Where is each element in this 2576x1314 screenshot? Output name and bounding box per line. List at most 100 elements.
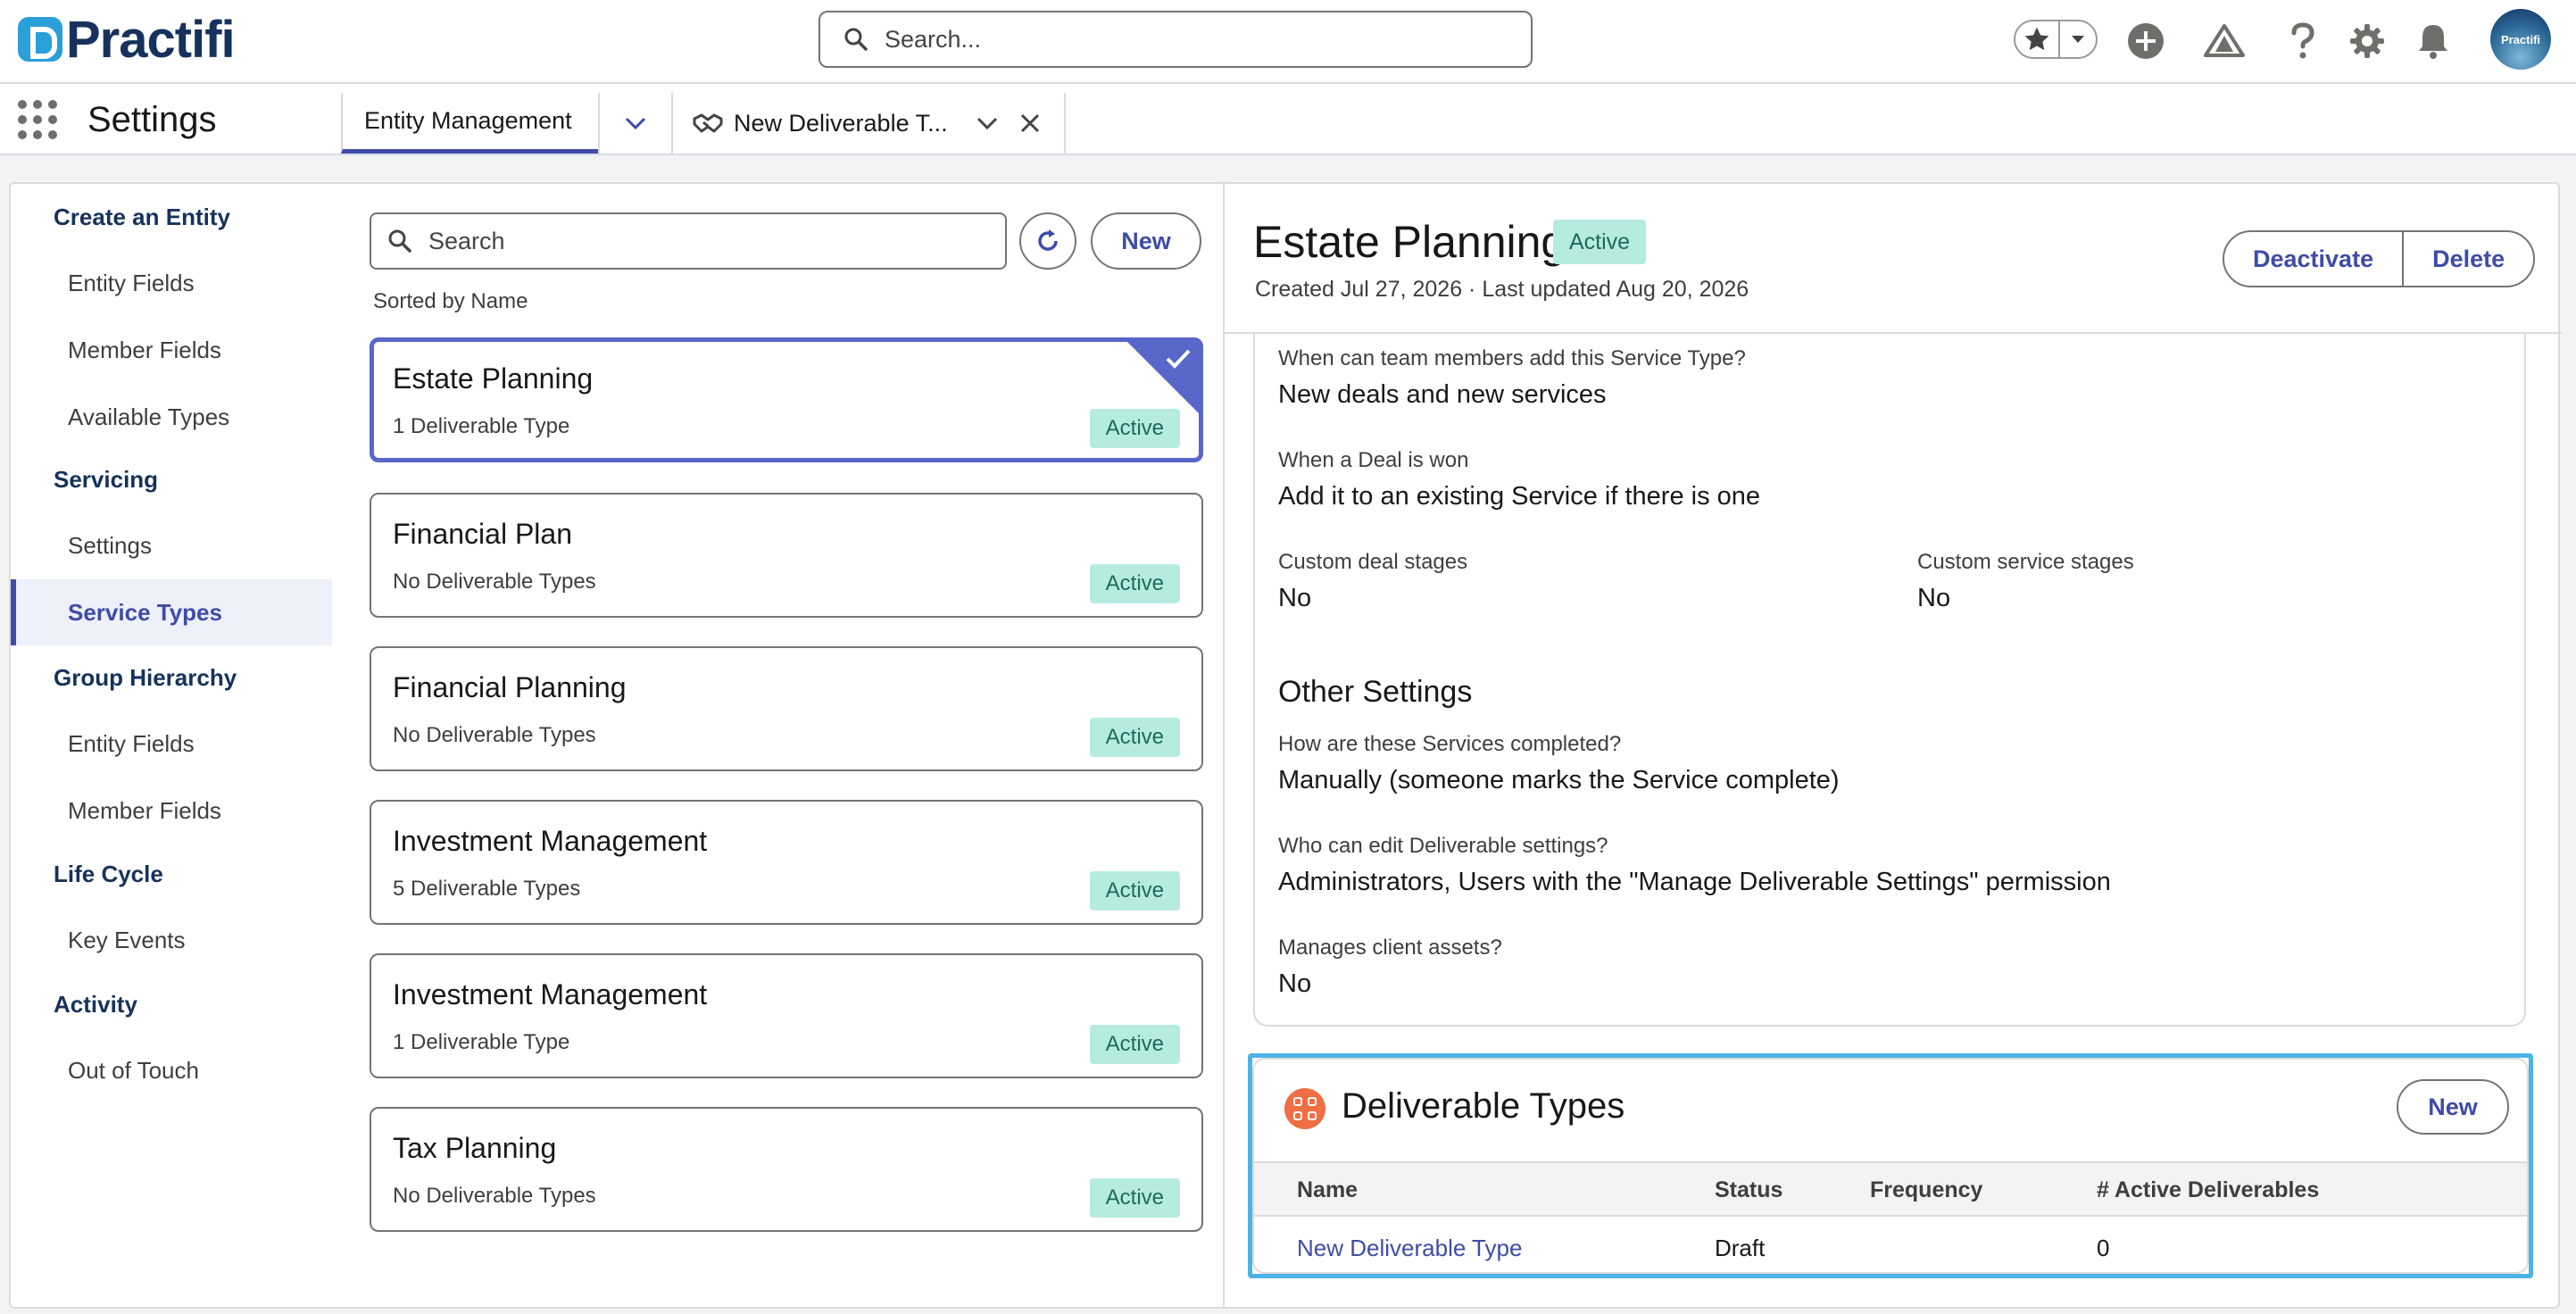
service-type-card[interactable]: Financial Planning No Deliverable Types … [370, 646, 1203, 771]
logo-mark-icon [18, 17, 62, 62]
global-search-box[interactable] [819, 11, 1533, 68]
column-header-status[interactable]: Status [1715, 1177, 1782, 1203]
user-avatar[interactable]: Practifi [2490, 9, 2551, 70]
global-header: Practifi Practifi [0, 0, 2576, 84]
tab-options-chevron-down-icon[interactable] [969, 104, 1005, 143]
column-header-active-deliverables[interactable]: # Active Deliverables [2097, 1177, 2319, 1203]
sidebar-item-service-types[interactable]: Service Types [11, 579, 332, 645]
field-label: Manages client assets? [1278, 936, 1502, 960]
card-subtitle: No Deliverable Types [393, 1184, 596, 1208]
deliverable-type-name-link[interactable]: New Deliverable Type [1297, 1235, 1522, 1262]
field-label: Who can edit Deliverable settings? [1278, 834, 1608, 858]
close-icon[interactable] [1012, 104, 1048, 143]
detail-actions: Deactivate Delete [2223, 230, 2536, 287]
sidebar-item-entity-fields[interactable]: Entity Fields [11, 711, 332, 777]
service-type-card[interactable]: Tax Planning No Deliverable Types Active [370, 1107, 1203, 1232]
deliverable-types-inner: Deliverable Types New Name Status Freque… [1252, 1058, 2529, 1274]
handshake-icon [693, 113, 723, 133]
sidebar-item-key-events[interactable]: Key Events [11, 907, 332, 973]
tab-menu-chevron-down-icon[interactable] [616, 104, 655, 143]
status-badge: Active [1089, 1025, 1180, 1064]
table-header: Name Status Frequency # Active Deliverab… [1254, 1161, 2527, 1217]
deliverable-types-title: Deliverable Types [1342, 1086, 1625, 1126]
list-search-input[interactable] [428, 227, 982, 255]
sidebar-item-available-types[interactable]: Available Types [11, 384, 332, 450]
sidebar-section-servicing: Servicing [54, 466, 159, 493]
trailhead-icon[interactable] [2203, 20, 2246, 62]
tab-entity-management[interactable]: Entity Management [341, 93, 598, 154]
refresh-button[interactable] [1019, 212, 1076, 270]
section-heading: Other Settings [1278, 675, 1473, 709]
record-meta: Created Jul 27, 2026 · Last updated Aug … [1255, 277, 1749, 302]
service-type-card[interactable]: Investment Management 5 Deliverable Type… [370, 800, 1203, 925]
sidebar-section-group-hierarchy: Group Hierarchy [54, 664, 237, 691]
bell-icon[interactable] [2412, 20, 2455, 62]
service-type-detail: Estate Planning Active Created Jul 27, 2… [1223, 184, 2562, 1307]
waffle-icon[interactable] [18, 100, 57, 139]
field-value: No [1278, 969, 1312, 998]
tab-divider [598, 93, 600, 154]
field-label: Custom deal stages [1278, 550, 1468, 574]
field-value: Add it to an existing Service if there i… [1278, 482, 1761, 511]
deliverable-types-card: Deliverable Types New Name Status Freque… [1248, 1053, 2533, 1278]
status-badge: Active [1553, 220, 1647, 264]
settings-details-box[interactable]: When can team members add this Service T… [1253, 334, 2526, 1027]
field-label: Custom service stages [1917, 550, 2134, 574]
status-badge: Active [1089, 564, 1180, 603]
app-name: Settings [87, 100, 217, 139]
status-badge: Active [1089, 1178, 1180, 1218]
new-deliverable-type-button[interactable]: New [2397, 1079, 2509, 1135]
favorites-dropdown-chevron-down-icon[interactable] [2060, 21, 2096, 57]
deliverable-type-status: Draft [1715, 1235, 1766, 1261]
star-icon[interactable] [2015, 21, 2060, 57]
card-title: Financial Plan [393, 518, 572, 550]
field-value: Administrators, Users with the "Manage D… [1278, 868, 2111, 896]
service-type-card-selected[interactable]: Estate Planning 1 Deliverable Type Activ… [370, 337, 1203, 462]
list-search-box[interactable] [370, 212, 1007, 270]
status-badge: Active [1089, 871, 1180, 911]
refresh-icon [1038, 229, 1058, 251]
card-title: Estate Planning [393, 362, 594, 395]
card-title: Investment Management [393, 825, 708, 857]
global-search-input[interactable] [885, 25, 1509, 54]
service-type-card[interactable]: Investment Management 1 Deliverable Type… [370, 953, 1203, 1078]
sidebar-item-member-fields[interactable]: Member Fields [11, 778, 332, 844]
deactivate-button[interactable]: Deactivate [2224, 232, 2402, 286]
sidebar-item-out-of-touch[interactable]: Out of Touch [11, 1037, 332, 1103]
card-subtitle: No Deliverable Types [393, 570, 596, 594]
card-subtitle: No Deliverable Types [393, 723, 596, 747]
column-header-name[interactable]: Name [1297, 1177, 1358, 1203]
sidebar-item-entity-fields[interactable]: Entity Fields [11, 250, 332, 316]
gear-icon[interactable] [2346, 20, 2389, 62]
card-subtitle: 1 Deliverable Type [393, 1030, 570, 1054]
field-value: Manually (someone marks the Service comp… [1278, 766, 1840, 794]
field-label: How are these Services completed? [1278, 732, 1622, 756]
deliverable-type-active-count: 0 [2097, 1235, 2110, 1261]
tab-divider [671, 93, 673, 154]
page-title: Estate Planning [1253, 217, 1566, 267]
status-badge: Active [1089, 409, 1180, 448]
help-icon[interactable] [2281, 20, 2324, 62]
new-service-type-button[interactable]: New [1091, 212, 1201, 270]
field-value: No [1278, 584, 1312, 612]
settings-sidebar: Create an Entity Entity Fields Member Fi… [11, 184, 332, 1307]
status-badge: Active [1089, 718, 1180, 757]
field-label: When a Deal is won [1278, 448, 1469, 472]
column-header-frequency[interactable]: Frequency [1870, 1177, 1982, 1203]
card-title: Financial Planning [393, 671, 627, 703]
delete-button[interactable]: Delete [2402, 232, 2533, 286]
card-subtitle: 1 Deliverable Type [393, 414, 570, 438]
field-label: When can team members add this Service T… [1278, 346, 1746, 370]
sidebar-section-life-cycle: Life Cycle [54, 861, 163, 887]
card-title: Tax Planning [393, 1132, 557, 1164]
plus-circle-icon[interactable] [2124, 20, 2167, 62]
settings-panel: Create an Entity Entity Fields Member Fi… [9, 182, 2562, 1309]
app-nav-bar: Settings Entity Management New Deliverab… [0, 84, 2576, 155]
sidebar-section-activity: Activity [54, 991, 137, 1018]
sidebar-item-member-fields[interactable]: Member Fields [11, 317, 332, 383]
service-type-card[interactable]: Financial Plan No Deliverable Types Acti… [370, 493, 1203, 618]
sort-label: Sorted by Name [373, 289, 528, 313]
tab-divider [1064, 93, 1066, 154]
sidebar-item-settings[interactable]: Settings [11, 512, 332, 578]
practifi-logo[interactable]: Practifi [18, 11, 236, 69]
